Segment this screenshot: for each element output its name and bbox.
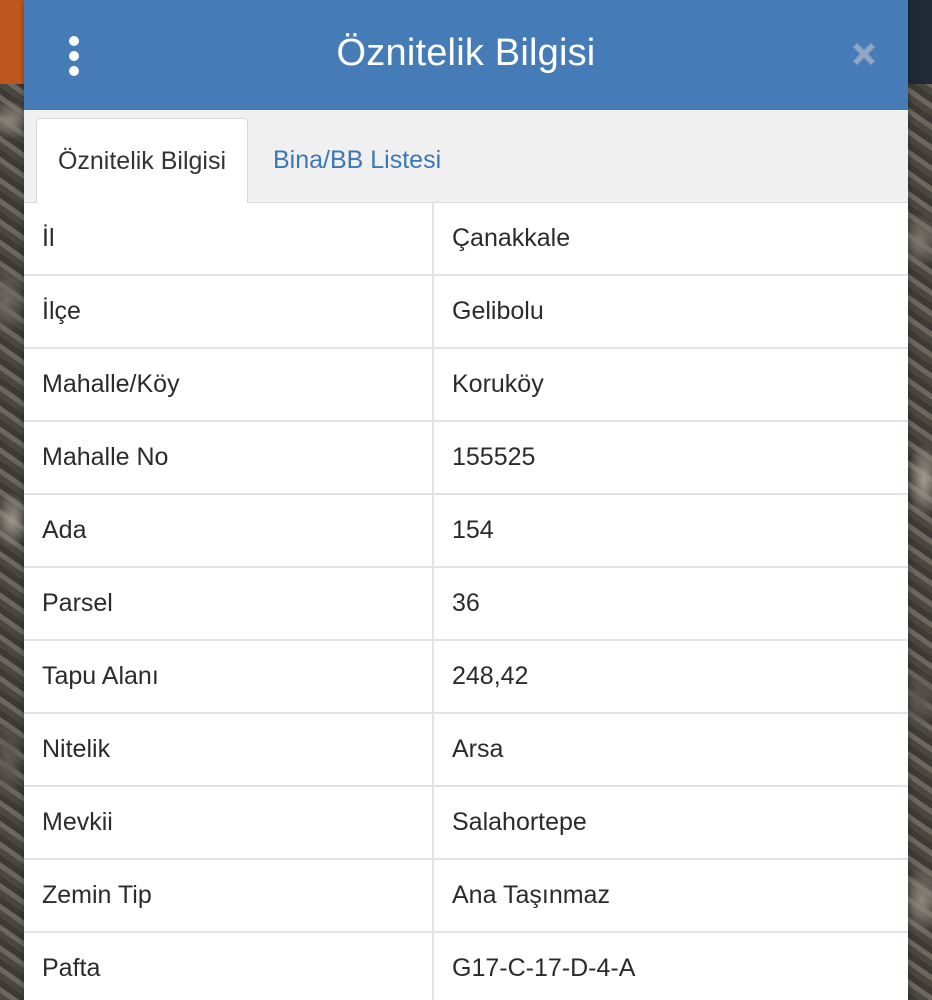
attribute-value: 155525 [433, 421, 908, 495]
table-row: Ada 154 [24, 494, 908, 568]
attribute-value: Gelibolu [433, 275, 908, 349]
table-row: İlçe Gelibolu [24, 275, 908, 349]
attribute-value: G17-C-17-D-4-A [433, 932, 908, 1000]
table-row: Pafta G17-C-17-D-4-A [24, 932, 908, 1000]
attribute-key: Mevkii [24, 786, 434, 860]
close-icon-graphic [852, 42, 876, 66]
attribute-value: Salahortepe [433, 786, 908, 860]
attribute-key: Tapu Alanı [24, 640, 434, 714]
attribute-key: Zemin Tip [24, 859, 434, 933]
dialog-titlebar: Öznitelik Bilgisi [24, 0, 908, 110]
tab-building-list[interactable]: Bina/BB Listesi [273, 118, 441, 202]
menu-dot [69, 51, 79, 61]
attribute-key: Mahalle No [24, 421, 434, 495]
attribute-table: İl Çanakkale İlçe Gelibolu Mahalle/Köy K… [24, 203, 908, 1000]
attribute-value: 154 [433, 494, 908, 568]
table-row: Nitelik Arsa [24, 713, 908, 787]
menu-dot [69, 36, 79, 46]
attribute-value: 248,42 [433, 640, 908, 714]
table-row: Mevkii Salahortepe [24, 786, 908, 860]
map-toolbar-left [0, 0, 24, 84]
table-row: Parsel 36 [24, 567, 908, 641]
attribute-key: Parsel [24, 567, 434, 641]
table-row: Tapu Alanı 248,42 [24, 640, 908, 714]
table-row: Mahalle/Köy Koruköy [24, 348, 908, 422]
vertical-ellipsis-icon[interactable] [68, 36, 80, 76]
table-row: Zemin Tip Ana Taşınmaz [24, 859, 908, 933]
attribute-key: Mahalle/Köy [24, 348, 434, 422]
attribute-key: İlçe [24, 275, 434, 349]
attribute-value: 36 [433, 567, 908, 641]
attribute-value: Koruköy [433, 348, 908, 422]
attribute-key: İl [24, 203, 434, 276]
attribute-key: Ada [24, 494, 434, 568]
attribute-value: Çanakkale [433, 203, 908, 276]
close-icon[interactable] [848, 38, 880, 70]
attribute-info-dialog: Öznitelik Bilgisi Öznitelik Bilgisi Bina… [24, 0, 908, 1000]
table-row: Mahalle No 155525 [24, 421, 908, 495]
attribute-value: Arsa [433, 713, 908, 787]
table-row: İl Çanakkale [24, 203, 908, 276]
attribute-key: Pafta [24, 932, 434, 1000]
menu-dot [69, 66, 79, 76]
attribute-key: Nitelik [24, 713, 434, 787]
tab-bar: Öznitelik Bilgisi Bina/BB Listesi [24, 110, 908, 203]
dialog-title: Öznitelik Bilgisi [336, 31, 596, 74]
tab-attribute-info[interactable]: Öznitelik Bilgisi [36, 118, 248, 203]
map-toolbar-right [906, 0, 932, 84]
attribute-value: Ana Taşınmaz [433, 859, 908, 933]
